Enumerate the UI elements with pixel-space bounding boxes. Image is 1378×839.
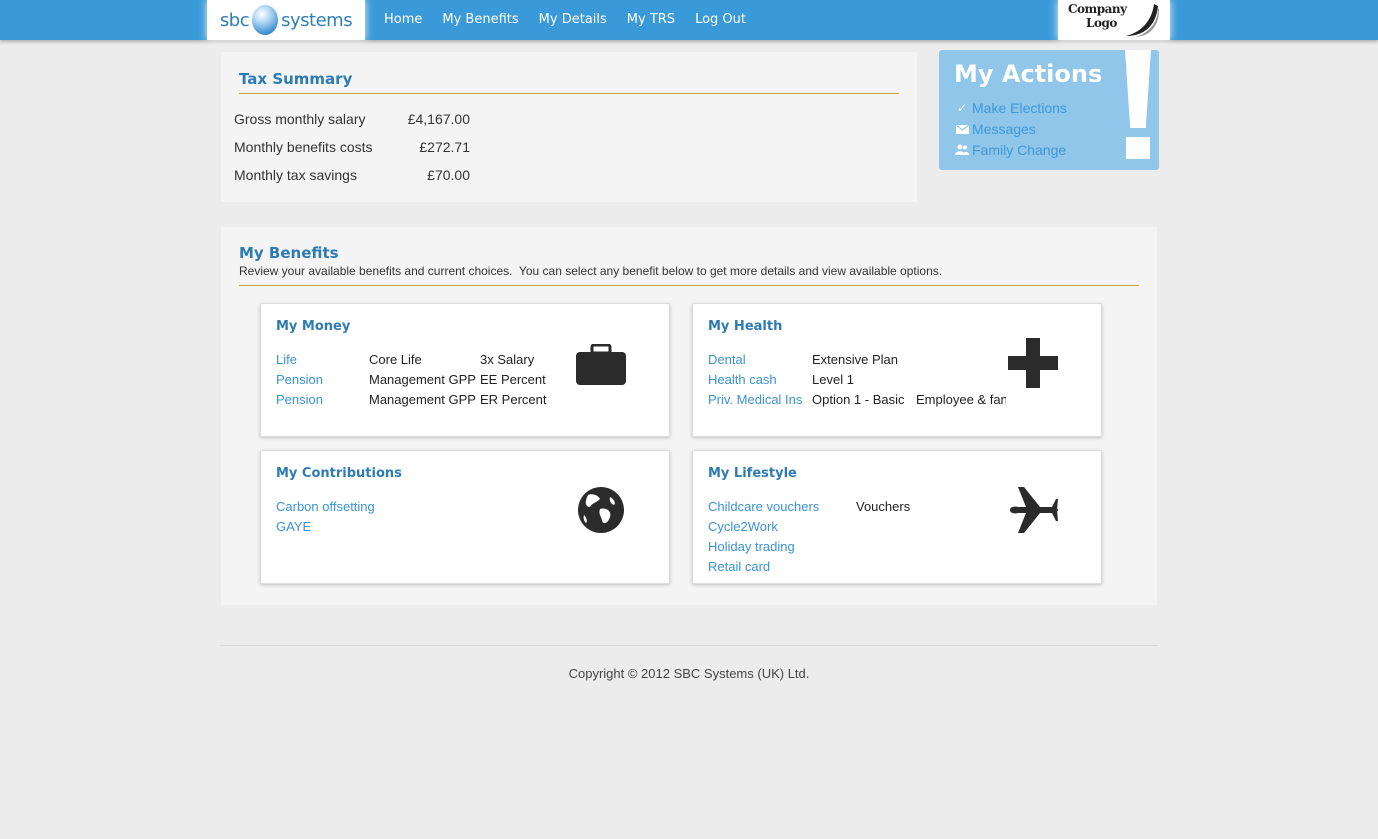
action-family-change[interactable]: Family Change [955, 142, 1066, 158]
action-label: Family Change [972, 142, 1067, 158]
tax-summary-table: Gross monthly salary £4,167.00 Monthly b… [234, 105, 470, 189]
action-label: Messages [972, 121, 1036, 137]
globe-icon [578, 487, 624, 533]
benefit-link[interactable]: GAYE [276, 519, 311, 534]
exclamation-dot-icon [1126, 137, 1150, 159]
action-label: Make Elections [972, 100, 1067, 116]
nav-home[interactable]: Home [384, 12, 422, 27]
card-my-contributions[interactable]: My Contributions Carbon offsetting GAYE [260, 450, 670, 584]
benefit-link[interactable]: Dental [708, 352, 746, 367]
card-title: My Lifestyle [708, 466, 797, 481]
tax-summary-title: Tax Summary [239, 70, 353, 88]
card-my-lifestyle[interactable]: My Lifestyle Childcare vouchers Vouchers… [692, 450, 1102, 584]
tax-row-value: £272.71 [419, 139, 470, 155]
benefit-option: 3x Salary [480, 352, 535, 367]
briefcase-icon [576, 344, 626, 385]
nav-my-details[interactable]: My Details [539, 12, 607, 27]
brand-orb-icon [252, 5, 279, 35]
benefit-link[interactable]: Pension [276, 372, 323, 387]
card-my-money[interactable]: My Money Life Core Life 3x Salary Pensio… [260, 303, 670, 437]
exclamation-icon [1125, 50, 1151, 128]
main-nav: Home My Benefits My Details My TRS Log O… [374, 0, 756, 38]
tax-row-value: £4,167.00 [407, 111, 470, 127]
tax-summary-panel: Tax Summary Gross monthly salary £4,167.… [221, 52, 917, 202]
sbc-systems-logo[interactable]: sbc systems [207, 0, 365, 40]
benefit-plan: Level 1 [812, 372, 854, 387]
tax-row-label: Monthly benefits costs [234, 139, 373, 155]
footer-copyright: Copyright © 2012 SBC Systems (UK) Ltd. [568, 666, 810, 681]
benefit-link[interactable]: Retail card [708, 559, 770, 574]
card-title: My Money [276, 319, 351, 334]
swoosh-icon [1126, 4, 1159, 37]
benefit-plan: Management GPP [369, 372, 476, 387]
benefit-link[interactable]: Cycle2Work [708, 519, 778, 534]
top-navigation-bar: sbc systems Home My Benefits My Details … [0, 0, 1378, 40]
benefit-link[interactable]: Life [276, 352, 297, 367]
plus-icon [1008, 338, 1058, 388]
footer-divider [220, 645, 1158, 646]
envelope-icon [955, 124, 969, 134]
benefit-link[interactable]: Priv. Medical Ins [708, 392, 802, 407]
my-actions-title: My Actions [954, 60, 1103, 88]
benefit-option: EE Percent [480, 372, 546, 387]
my-benefits-panel: My Benefits Review your available benefi… [221, 227, 1157, 605]
tax-row-label: Monthly tax savings [234, 167, 357, 183]
benefit-link[interactable]: Health cash [708, 372, 777, 387]
benefit-link[interactable]: Carbon offsetting [276, 499, 375, 514]
benefit-option: ER Percent [480, 392, 547, 407]
row-clip: Priv. Medical Ins Option 1 - Basic Emplo… [708, 392, 1006, 412]
airplane-icon [1010, 487, 1058, 533]
brand-text-right: systems [281, 9, 353, 31]
card-my-health[interactable]: My Health Dental Extensive Plan Health c… [692, 303, 1102, 437]
benefit-link[interactable]: Holiday trading [708, 539, 795, 554]
card-title: My Contributions [276, 466, 402, 481]
benefit-plan: Management GPP [369, 392, 476, 407]
benefit-plan: Core Life [369, 352, 422, 367]
table-row: Monthly tax savings £70.00 [234, 161, 470, 189]
tax-summary-divider [239, 93, 899, 94]
my-actions-panel: My Actions ✓ Make Elections Messages Fam… [939, 50, 1159, 170]
nav-my-benefits[interactable]: My Benefits [442, 12, 518, 27]
benefit-option: Employee & fan [916, 392, 1006, 407]
brand-text-left: sbc [219, 9, 250, 31]
table-row: Gross monthly salary £4,167.00 [234, 105, 470, 133]
benefit-link[interactable]: Pension [276, 392, 323, 407]
benefit-link[interactable]: Childcare vouchers [708, 499, 819, 514]
company-logo: Company Logo [1058, 0, 1170, 40]
benefit-plan: Option 1 - Basic [812, 392, 905, 407]
card-title: My Health [708, 319, 783, 334]
company-logo-text: Company Logo [1068, 2, 1127, 30]
nav-log-out[interactable]: Log Out [695, 12, 746, 27]
benefit-plan: Extensive Plan [812, 352, 898, 367]
benefit-plan: Vouchers [856, 499, 911, 514]
company-logo-line1: Company [1068, 2, 1127, 16]
my-benefits-title: My Benefits [239, 244, 339, 262]
tax-row-value: £70.00 [427, 167, 470, 183]
checkmark-icon: ✓ [956, 101, 968, 115]
my-benefits-subtitle: Review your available benefits and curre… [239, 264, 943, 278]
action-make-elections[interactable]: ✓ Make Elections [955, 100, 1067, 116]
nav-my-trs[interactable]: My TRS [627, 12, 675, 27]
tax-row-label: Gross monthly salary [234, 111, 366, 127]
people-icon [955, 144, 969, 156]
my-benefits-divider [239, 285, 1139, 286]
table-row: Monthly benefits costs £272.71 [234, 133, 470, 161]
action-messages[interactable]: Messages [955, 121, 1036, 137]
company-logo-line2: Logo [1086, 16, 1117, 30]
